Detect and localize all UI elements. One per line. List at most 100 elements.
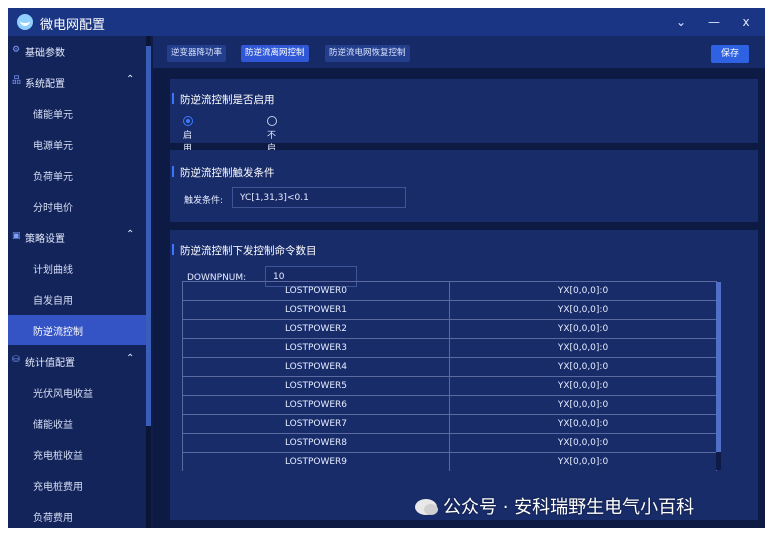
sidebar-item-load-cost[interactable]: 负荷费用 [8, 501, 146, 528]
table-cell-name: LOSTPOWER4 [183, 358, 450, 377]
tab-inverter-derate[interactable]: 逆变器降功率 [167, 45, 227, 62]
table-cell-name: LOSTPOWER2 [183, 320, 450, 339]
sidebar-item-label: 分时电价 [33, 203, 73, 214]
sidebar-group-system-config[interactable]: 品 系统配置 ⌃ [8, 67, 146, 97]
table-row[interactable]: LOSTPOWER9 YX[0,0,0]:0 [183, 452, 716, 471]
trigger-panel: 防逆流控制触发条件 触发条件: YC[1,31,3]<0.1 [170, 150, 758, 222]
sidebar-group-label: 策略设置 [25, 234, 65, 245]
database-icon: ⛁ [12, 355, 20, 365]
sidebar-item-power-unit[interactable]: 电源单元 [8, 129, 146, 159]
sidebar-item-label: 光伏风电收益 [33, 389, 93, 400]
title-bar: 微电网配置 ⌄ — x [8, 8, 765, 36]
sidebar-item-label: 防逆流控制 [33, 327, 83, 338]
table-scrollbar[interactable] [716, 282, 721, 470]
sidebar-item-charger-cost[interactable]: 充电桩费用 [8, 470, 146, 500]
table-cell-value: YX[0,0,0]:0 [557, 286, 609, 296]
table-cell-name: LOSTPOWER5 [183, 377, 450, 396]
wechat-icon [415, 499, 438, 515]
sidebar-item-self-consumption[interactable]: 自发自用 [8, 284, 146, 314]
app-logo-icon [17, 14, 33, 30]
table-cell-value: YX[0,0,0]:0 [557, 305, 609, 315]
table-cell-value: YX[0,0,0]:0 [557, 457, 609, 467]
table-row[interactable]: LOSTPOWER1 YX[0,0,0]:0 [183, 300, 716, 320]
sidebar-group-label: 统计值配置 [25, 358, 75, 369]
table-cell-value: YX[0,0,0]:0 [557, 400, 609, 410]
sidebar: ⚙ 基础参数 品 系统配置 ⌃ 储能单元 电源单元 负荷单元 分时电价 ▣ 策略… [8, 36, 146, 528]
trigger-condition-label: 触发条件: [184, 196, 224, 206]
radio-unchecked-icon [267, 116, 277, 126]
minimize-button[interactable]: — [705, 13, 723, 31]
chevron-up-icon[interactable]: ⌃ [126, 353, 134, 364]
chevron-up-icon[interactable]: ⌃ [126, 229, 134, 240]
table-cell-name: LOSTPOWER7 [183, 415, 450, 434]
chevron-up-icon[interactable]: ⌃ [126, 74, 134, 85]
sidebar-item-pv-wind-revenue[interactable]: 光伏风电收益 [8, 377, 146, 407]
table-row[interactable]: LOSTPOWER8 YX[0,0,0]:0 [183, 433, 716, 453]
app-window: 微电网配置 ⌄ — x ⚙ 基础参数 品 系统配置 ⌃ 储能单元 电源单元 负荷… [8, 8, 765, 528]
sidebar-item-label: 计划曲线 [33, 265, 73, 276]
network-icon: 品 [12, 76, 22, 86]
tab-bar: 逆变器降功率 防逆流离网控制 防逆流电网恢复控制 保存 [153, 36, 765, 68]
sidebar-item-label: 负荷费用 [33, 513, 73, 524]
table-cell-name: LOSTPOWER9 [183, 453, 450, 471]
close-button[interactable]: x [737, 13, 755, 31]
command-panel: 防逆流控制下发控制命令数目 DOWNPNUM: 10 LOSTPOWER0 YX… [170, 230, 758, 520]
enable-panel: 防逆流控制是否启用 启用 不启用 [170, 79, 758, 167]
grid-icon: ▣ [12, 231, 21, 241]
command-table: LOSTPOWER0 YX[0,0,0]:0 LOSTPOWER1 YX[0,0… [182, 281, 717, 471]
sidebar-scrollbar-thumb[interactable] [146, 46, 151, 426]
table-row[interactable]: LOSTPOWER5 YX[0,0,0]:0 [183, 376, 716, 396]
sidebar-item-label: 储能收益 [33, 420, 73, 431]
tab-anti-backflow-grid-recovery[interactable]: 防逆流电网恢复控制 [325, 45, 410, 62]
radio-enable[interactable]: 启用 [183, 116, 197, 154]
table-cell-value: YX[0,0,0]:0 [557, 362, 609, 372]
sidebar-group-strategy[interactable]: ▣ 策略设置 ⌃ [8, 222, 146, 252]
table-cell-name: LOSTPOWER3 [183, 339, 450, 358]
sidebar-item-label: 储能单元 [33, 110, 73, 121]
enable-panel-title: 防逆流控制是否启用 [172, 93, 275, 106]
sidebar-item-label: 充电桩收益 [33, 451, 83, 462]
table-cell-value: YX[0,0,0]:0 [557, 438, 609, 448]
tab-anti-backflow-offgrid[interactable]: 防逆流离网控制 [241, 45, 309, 62]
table-cell-value: YX[0,0,0]:0 [557, 419, 609, 429]
sidebar-item-anti-backflow[interactable]: 防逆流控制 [8, 315, 146, 345]
save-button[interactable]: 保存 [711, 45, 749, 63]
sidebar-group-label: 系统配置 [25, 79, 65, 90]
sidebar-item-label: 充电桩费用 [33, 482, 83, 493]
main-content: 逆变器降功率 防逆流离网控制 防逆流电网恢复控制 保存 防逆流控制是否启用 启用… [153, 36, 765, 528]
watermark-text: 公众号 · 安科瑞野生电气小百科 [443, 497, 695, 518]
table-cell-value: YX[0,0,0]:0 [557, 343, 609, 353]
table-cell-name: LOSTPOWER1 [183, 301, 450, 320]
sidebar-group-label: 基础参数 [25, 48, 65, 59]
sidebar-item-storage-unit[interactable]: 储能单元 [8, 98, 146, 128]
table-cell-name: LOSTPOWER0 [183, 282, 450, 301]
sidebar-item-plan-curve[interactable]: 计划曲线 [8, 253, 146, 283]
table-cell-value: YX[0,0,0]:0 [557, 324, 609, 334]
sidebar-scrollbar[interactable] [146, 36, 151, 528]
radio-checked-icon [183, 116, 193, 126]
sidebar-item-label: 负荷单元 [33, 172, 73, 183]
sidebar-item-tou-price[interactable]: 分时电价 [8, 191, 146, 221]
app-title: 微电网配置 [40, 18, 106, 33]
sidebar-group-statistics[interactable]: ⛁ 统计值配置 ⌃ [8, 346, 146, 376]
gear-icon: ⚙ [12, 45, 21, 55]
table-row[interactable]: LOSTPOWER7 YX[0,0,0]:0 [183, 414, 716, 434]
table-cell-value: YX[0,0,0]:0 [557, 381, 609, 391]
watermark: 公众号 · 安科瑞野生电气小百科 [415, 493, 694, 519]
table-cell-name: LOSTPOWER8 [183, 434, 450, 453]
table-cell-name: LOSTPOWER6 [183, 396, 450, 415]
sidebar-item-label: 电源单元 [33, 141, 73, 152]
table-row[interactable]: LOSTPOWER6 YX[0,0,0]:0 [183, 395, 716, 415]
table-row[interactable]: LOSTPOWER2 YX[0,0,0]:0 [183, 319, 716, 339]
sidebar-item-charger-revenue[interactable]: 充电桩收益 [8, 439, 146, 469]
trigger-panel-title: 防逆流控制触发条件 [172, 166, 275, 179]
table-row[interactable]: LOSTPOWER0 YX[0,0,0]:0 [183, 281, 716, 301]
sidebar-group-basic-params[interactable]: ⚙ 基础参数 [8, 36, 146, 66]
trigger-condition-input[interactable]: YC[1,31,3]<0.1 [232, 187, 406, 208]
sidebar-item-load-unit[interactable]: 负荷单元 [8, 160, 146, 190]
sidebar-item-storage-revenue[interactable]: 储能收益 [8, 408, 146, 438]
collapse-chevron-icon[interactable]: ⌄ [672, 13, 690, 31]
table-scrollbar-thumb[interactable] [716, 282, 721, 452]
table-row[interactable]: LOSTPOWER3 YX[0,0,0]:0 [183, 338, 716, 358]
table-row[interactable]: LOSTPOWER4 YX[0,0,0]:0 [183, 357, 716, 377]
